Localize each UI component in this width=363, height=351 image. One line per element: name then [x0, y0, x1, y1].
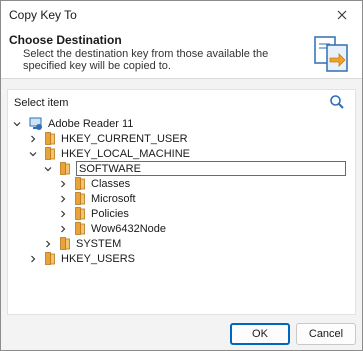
tree-node-hklm[interactable]: HKEY_LOCAL_MACHINE — [28, 146, 190, 161]
selected-node-label[interactable]: SOFTWARE — [76, 161, 346, 176]
chevron-right-icon[interactable] — [58, 209, 68, 219]
tree-node-microsoft[interactable]: Microsoft — [58, 191, 136, 206]
copy-destination-icon — [314, 36, 348, 72]
tree-node-label: Adobe Reader 11 — [48, 117, 134, 130]
registry-key-icon — [45, 252, 55, 265]
registry-key-icon — [75, 207, 85, 220]
tree-node-label: Classes — [91, 177, 131, 190]
chevron-down-icon[interactable] — [28, 149, 38, 159]
cancel-button[interactable]: Cancel — [296, 323, 356, 345]
panel-header: Select item — [8, 90, 355, 114]
tree-node-hku[interactable]: HKEY_USERS — [28, 251, 135, 266]
tree-node-label: HKEY_USERS — [61, 252, 135, 265]
registry-key-icon — [60, 237, 70, 250]
header-description: Select the destination key from those av… — [23, 48, 269, 72]
tree-node-label: Policies — [91, 207, 129, 220]
tree-node-system[interactable]: SYSTEM — [43, 236, 121, 251]
chevron-right-icon[interactable] — [58, 179, 68, 189]
destination-panel: Select item Adobe Reader 11 HKEY_CURRENT… — [7, 89, 356, 315]
chevron-right-icon[interactable] — [58, 194, 68, 204]
tree-node-hkcu[interactable]: HKEY_CURRENT_USER — [28, 131, 188, 146]
tree-node-label: Wow6432Node — [91, 222, 167, 235]
dialog-footer: OK Cancel — [1, 316, 362, 350]
ok-button[interactable]: OK — [230, 323, 290, 345]
registry-key-icon — [75, 177, 85, 190]
registry-key-icon — [75, 192, 85, 205]
computer-registry-icon — [29, 117, 42, 130]
tree-node-policies[interactable]: Policies — [58, 206, 129, 221]
window-title: Copy Key To — [9, 8, 77, 22]
search-icon[interactable] — [329, 94, 345, 110]
registry-key-icon — [60, 162, 70, 175]
chevron-down-icon[interactable] — [12, 119, 22, 129]
tree-node-root[interactable]: Adobe Reader 11 — [12, 116, 133, 131]
copy-key-dialog: Copy Key To Choose Destination Select th… — [0, 0, 363, 351]
tree-node-label: HKEY_LOCAL_MACHINE — [61, 147, 190, 160]
close-icon — [337, 10, 347, 20]
registry-key-icon — [75, 222, 85, 235]
registry-key-icon — [45, 147, 55, 160]
title-bar: Copy Key To — [1, 1, 362, 29]
tree-node-wow6432node[interactable]: Wow6432Node — [58, 221, 166, 236]
tree-node-label: HKEY_CURRENT_USER — [61, 132, 188, 145]
tree-node-label: SYSTEM — [76, 237, 122, 250]
chevron-right-icon[interactable] — [28, 254, 38, 264]
chevron-right-icon[interactable] — [43, 239, 53, 249]
tree-node-software[interactable]: SOFTWARE — [43, 161, 346, 176]
registry-key-icon — [45, 132, 55, 145]
select-item-label: Select item — [14, 97, 69, 109]
chevron-right-icon[interactable] — [58, 224, 68, 234]
header-title: Choose Destination — [9, 33, 122, 47]
tree-node-classes[interactable]: Classes — [58, 176, 130, 191]
chevron-down-icon[interactable] — [43, 164, 53, 174]
close-button[interactable] — [322, 1, 362, 29]
chevron-right-icon[interactable] — [28, 134, 38, 144]
dialog-header: Choose Destination Select the destinatio… — [1, 29, 362, 79]
tree-node-label: Microsoft — [91, 192, 136, 205]
